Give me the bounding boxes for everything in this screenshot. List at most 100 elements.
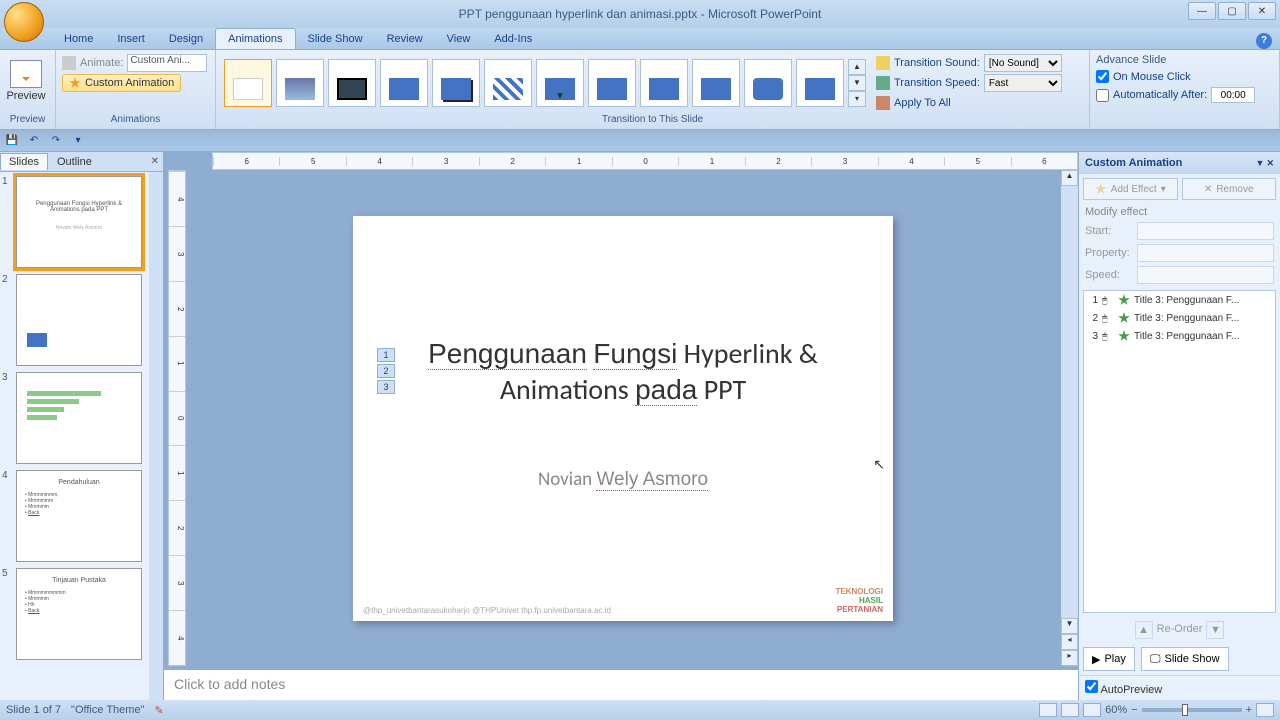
mouse-icon: 🖱 [1102,313,1114,324]
slide-thumbnail-5[interactable]: Tinjauan Pustaka • Mmmmmmmmm• Mmmmm• Hh•… [16,568,142,660]
autopreview-checkbox[interactable]: AutoPreview [1085,684,1162,696]
redo-icon[interactable]: ↷ [48,133,64,149]
slide-thumbnail-1[interactable]: Penggunaan Fungsi Hyperlink & Animations… [16,176,142,268]
spellcheck-icon[interactable]: ✎ [154,704,163,717]
transition-item[interactable] [484,59,532,107]
pane-dropdown-icon[interactable]: ▼ [1256,158,1265,169]
entrance-icon [1118,294,1130,306]
auto-after-value[interactable] [1211,87,1255,103]
zoom-value: 60% [1105,704,1127,716]
tab-design[interactable]: Design [157,29,215,49]
add-effect-button[interactable]: Add Effect ▾ [1083,178,1178,200]
slide-subtitle[interactable]: Novian Wely Asmoro [383,468,863,491]
office-button[interactable] [4,2,44,42]
play-button[interactable]: ▶ Play [1083,647,1135,671]
transition-item[interactable] [380,59,428,107]
tab-view[interactable]: View [435,29,483,49]
reorder-down-button[interactable]: ▼ [1206,621,1224,639]
speed-select[interactable] [1137,266,1274,284]
panel-close-icon[interactable]: ✕ [147,156,163,167]
effect-item[interactable]: 3🖱Title 3: Penggunaan F... [1084,327,1275,345]
start-select[interactable] [1137,222,1274,240]
normal-view-button[interactable] [1039,703,1057,717]
transition-none[interactable] [224,59,272,107]
window-title: PPT penggunaan hyperlink dan animasi.ppt… [459,7,822,21]
ribbon-tabs: Home Insert Design Animations Slide Show… [0,28,1280,50]
property-select[interactable] [1137,244,1274,262]
property-label: Property: [1085,247,1133,259]
transition-item[interactable]: ▼ [536,59,584,107]
effect-item[interactable]: 2🖱Title 3: Penggunaan F... [1084,309,1275,327]
slideshow-view-button[interactable] [1083,703,1101,717]
help-icon[interactable]: ? [1256,33,1272,49]
tab-insert[interactable]: Insert [105,29,157,49]
slide-title[interactable]: Penggunaan Fungsi Hyperlink & Animations… [383,336,863,409]
apply-to-all-button[interactable]: Apply To All [876,94,1062,112]
gallery-up[interactable]: ▲ [848,59,866,75]
thumb-title: Penggunaan Fungsi Hyperlink & Animations… [25,201,133,213]
animate-icon [62,56,76,70]
animate-select[interactable]: Custom Ani... [127,54,207,72]
auto-after-label: Automatically After: [1113,89,1207,101]
transition-item[interactable] [432,59,480,107]
auto-after-checkbox[interactable]: Automatically After: [1096,87,1273,103]
vertical-ruler[interactable]: 432101234 [168,170,186,666]
slideshow-button[interactable]: 🖵 Slide Show [1141,647,1229,671]
transition-item[interactable] [328,59,376,107]
anim-tag-3[interactable]: 3 [377,380,395,394]
transition-speed-select[interactable]: Fast [984,74,1062,92]
tab-slideshow[interactable]: Slide Show [296,29,375,49]
slide-canvas[interactable]: 1 2 3 Penggunaan Fungsi Hyperlink & Anim… [353,216,893,621]
preview-button[interactable]: Preview [6,54,46,108]
vertical-scrollbar[interactable]: ▲▼◂▸ [1060,170,1078,666]
save-icon[interactable]: 💾 [4,133,20,149]
thumb5-title: Tinjauan Pustaka [25,577,133,584]
pane-close-icon[interactable]: ✕ [1266,158,1274,169]
transition-item[interactable] [796,59,844,107]
reorder-up-button[interactable]: ▲ [1135,621,1153,639]
slide-thumbnail-2[interactable] [16,274,142,366]
transition-item[interactable] [588,59,636,107]
zoom-slider[interactable] [1142,708,1242,712]
transition-item[interactable] [692,59,740,107]
slide-thumbnail-3[interactable] [16,372,142,464]
undo-icon[interactable]: ↶ [26,133,42,149]
slides-tab[interactable]: Slides [0,153,48,170]
status-bar: Slide 1 of 7 "Office Theme" ✎ 60% − + [0,700,1280,720]
transition-sound-select[interactable]: [No Sound] [984,54,1062,72]
transition-item[interactable] [276,59,324,107]
animation-tags: 1 2 3 [377,348,395,394]
minimize-button[interactable]: — [1188,2,1216,20]
transition-item[interactable] [744,59,792,107]
close-button[interactable]: ✕ [1248,2,1276,20]
gallery-more[interactable]: ▾ [848,91,866,107]
effect-item[interactable]: 1🖱Title 3: Penggunaan F... [1084,291,1275,309]
tab-review[interactable]: Review [375,29,435,49]
fit-window-button[interactable] [1256,703,1274,717]
tab-home[interactable]: Home [52,29,105,49]
outline-tab[interactable]: Outline [48,153,101,170]
effect-list: 1🖱Title 3: Penggunaan F... 2🖱Title 3: Pe… [1083,290,1276,613]
qat-dropdown-icon[interactable]: ▾ [70,133,86,149]
advance-slide-header: Advance Slide [1096,54,1273,66]
maximize-button[interactable]: ▢ [1218,2,1246,20]
eff-label: Title 3: Penggunaan F... [1134,295,1239,306]
zoom-out-button[interactable]: − [1131,704,1137,716]
custom-animation-button[interactable]: Custom Animation [62,74,181,92]
gallery-down[interactable]: ▼ [848,75,866,91]
horizontal-ruler[interactable]: 6543210123456 [212,152,1078,170]
on-mouse-click-checkbox[interactable]: On Mouse Click [1096,70,1273,83]
sound-icon [876,56,890,70]
sorter-view-button[interactable] [1061,703,1079,717]
star-icon [69,77,81,89]
transition-item[interactable] [640,59,688,107]
anim-tag-1[interactable]: 1 [377,348,395,362]
anim-tag-2[interactable]: 2 [377,364,395,378]
slide-thumbnail-4[interactable]: Pendahuluan • Mmmmmmm,• Mmmmmm• Mmmmm• B… [16,470,142,562]
tab-animations[interactable]: Animations [215,28,295,49]
thumbnail-scrollbar[interactable] [149,172,163,700]
tab-addins[interactable]: Add-Ins [482,29,544,49]
zoom-in-button[interactable]: + [1246,704,1252,716]
remove-effect-button[interactable]: ✕ Remove [1182,178,1277,200]
notes-pane[interactable]: Click to add notes [164,666,1078,700]
